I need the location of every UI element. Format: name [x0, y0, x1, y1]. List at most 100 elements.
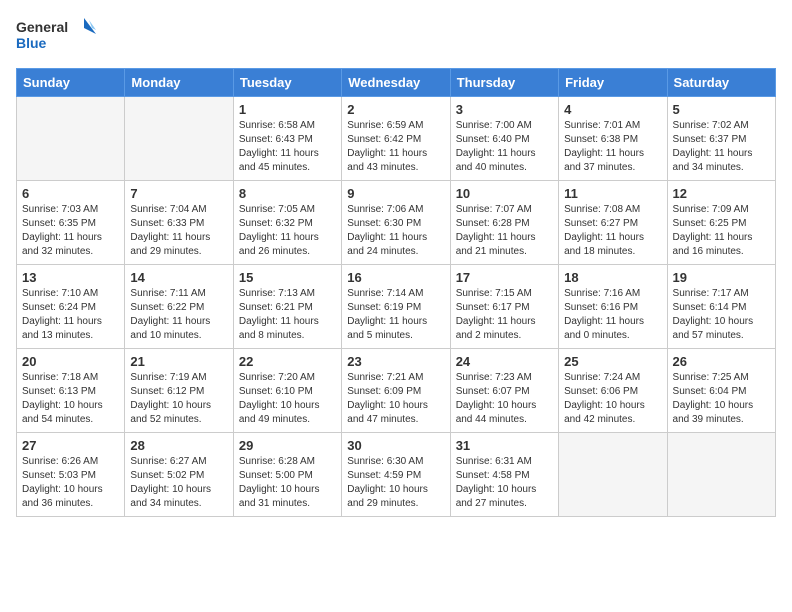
day-number: 7	[130, 186, 227, 201]
page-header: General Blue	[16, 16, 776, 56]
calendar-cell: 15 Sunrise: 7:13 AM Sunset: 6:21 PM Dayli…	[233, 265, 341, 349]
day-detail: Sunrise: 6:31 AM Sunset: 4:58 PM Dayligh…	[456, 455, 553, 511]
logo: General Blue	[16, 16, 96, 56]
day-detail: Sunrise: 7:00 AM Sunset: 6:40 PM Dayligh…	[456, 119, 553, 175]
day-detail: Sunrise: 7:25 AM Sunset: 6:04 PM Dayligh…	[673, 371, 770, 427]
calendar-cell: 21 Sunrise: 7:19 AM Sunset: 6:12 PM Dayli…	[125, 349, 233, 433]
calendar-cell: 6 Sunrise: 7:03 AM Sunset: 6:35 PM Daylig…	[17, 181, 125, 265]
day-detail: Sunrise: 7:04 AM Sunset: 6:33 PM Dayligh…	[130, 203, 227, 259]
day-number: 27	[22, 438, 119, 453]
calendar-cell: 10Sunrise: 7:07 AM Sunset: 6:28 PM Dayli…	[450, 181, 558, 265]
day-detail: Sunrise: 7:13 AM Sunset: 6:21 PM Dayligh…	[239, 287, 336, 343]
svg-text:Blue: Blue	[16, 35, 47, 51]
weekday-header-wednesday: Wednesday	[342, 69, 450, 97]
day-number: 6	[22, 186, 119, 201]
day-number: 26	[673, 354, 770, 369]
weekday-header-friday: Friday	[559, 69, 667, 97]
day-detail: Sunrise: 7:23 AM Sunset: 6:07 PM Dayligh…	[456, 371, 553, 427]
day-detail: Sunrise: 7:18 AM Sunset: 6:13 PM Dayligh…	[22, 371, 119, 427]
day-detail: Sunrise: 6:30 AM Sunset: 4:59 PM Dayligh…	[347, 455, 444, 511]
day-number: 21	[130, 354, 227, 369]
calendar-cell: 17 Sunrise: 7:15 AM Sunset: 6:17 PM Dayli…	[450, 265, 558, 349]
weekday-header-thursday: Thursday	[450, 69, 558, 97]
weekday-header-tuesday: Tuesday	[233, 69, 341, 97]
day-number: 29	[239, 438, 336, 453]
calendar-cell: 25Sunrise: 7:24 AM Sunset: 6:06 PM Dayli…	[559, 349, 667, 433]
day-number: 9	[347, 186, 444, 201]
calendar-cell: 29 Sunrise: 6:28 AM Sunset: 5:00 PM Dayli…	[233, 433, 341, 517]
calendar-cell: 24 Sunrise: 7:23 AM Sunset: 6:07 PM Dayli…	[450, 349, 558, 433]
calendar-cell: 22Sunrise: 7:20 AM Sunset: 6:10 PM Dayli…	[233, 349, 341, 433]
day-detail: Sunrise: 7:16 AM Sunset: 6:16 PM Dayligh…	[564, 287, 661, 343]
calendar-cell: 5 Sunrise: 7:02 AM Sunset: 6:37 PM Daylig…	[667, 97, 775, 181]
day-detail: Sunrise: 7:15 AM Sunset: 6:17 PM Dayligh…	[456, 287, 553, 343]
calendar-cell: 11Sunrise: 7:08 AM Sunset: 6:27 PM Dayli…	[559, 181, 667, 265]
day-detail: Sunrise: 7:03 AM Sunset: 6:35 PM Dayligh…	[22, 203, 119, 259]
day-number: 16	[347, 270, 444, 285]
calendar-cell: 1 Sunrise: 6:58 AM Sunset: 6:43 PM Daylig…	[233, 97, 341, 181]
day-detail: Sunrise: 7:19 AM Sunset: 6:12 PM Dayligh…	[130, 371, 227, 427]
day-detail: Sunrise: 7:09 AM Sunset: 6:25 PM Dayligh…	[673, 203, 770, 259]
day-number: 15	[239, 270, 336, 285]
day-number: 28	[130, 438, 227, 453]
calendar-cell: 3 Sunrise: 7:00 AM Sunset: 6:40 PM Daylig…	[450, 97, 558, 181]
day-detail: Sunrise: 7:17 AM Sunset: 6:14 PM Dayligh…	[673, 287, 770, 343]
day-number: 18	[564, 270, 661, 285]
day-number: 3	[456, 102, 553, 117]
day-detail: Sunrise: 7:20 AM Sunset: 6:10 PM Dayligh…	[239, 371, 336, 427]
day-number: 2	[347, 102, 444, 117]
day-number: 20	[22, 354, 119, 369]
calendar-cell: 4 Sunrise: 7:01 AM Sunset: 6:38 PM Daylig…	[559, 97, 667, 181]
day-detail: Sunrise: 7:10 AM Sunset: 6:24 PM Dayligh…	[22, 287, 119, 343]
weekday-header-monday: Monday	[125, 69, 233, 97]
day-number: 23	[347, 354, 444, 369]
day-detail: Sunrise: 6:27 AM Sunset: 5:02 PM Dayligh…	[130, 455, 227, 511]
calendar-cell	[17, 97, 125, 181]
day-detail: Sunrise: 7:06 AM Sunset: 6:30 PM Dayligh…	[347, 203, 444, 259]
day-number: 24	[456, 354, 553, 369]
calendar-cell: 18 Sunrise: 7:16 AM Sunset: 6:16 PM Dayli…	[559, 265, 667, 349]
day-number: 8	[239, 186, 336, 201]
calendar-cell: 28 Sunrise: 6:27 AM Sunset: 5:02 PM Dayli…	[125, 433, 233, 517]
day-detail: Sunrise: 7:21 AM Sunset: 6:09 PM Dayligh…	[347, 371, 444, 427]
weekday-header-saturday: Saturday	[667, 69, 775, 97]
calendar-cell	[559, 433, 667, 517]
svg-text:General: General	[16, 19, 68, 35]
day-detail: Sunrise: 6:59 AM Sunset: 6:42 PM Dayligh…	[347, 119, 444, 175]
day-number: 17	[456, 270, 553, 285]
day-detail: Sunrise: 7:01 AM Sunset: 6:38 PM Dayligh…	[564, 119, 661, 175]
logo-svg: General Blue	[16, 16, 96, 56]
calendar-cell: 13 Sunrise: 7:10 AM Sunset: 6:24 PM Dayli…	[17, 265, 125, 349]
calendar-cell: 14 Sunrise: 7:11 AM Sunset: 6:22 PM Dayli…	[125, 265, 233, 349]
day-number: 13	[22, 270, 119, 285]
calendar-cell: 31 Sunrise: 6:31 AM Sunset: 4:58 PM Dayli…	[450, 433, 558, 517]
calendar-cell: 16 Sunrise: 7:14 AM Sunset: 6:19 PM Dayli…	[342, 265, 450, 349]
day-number: 14	[130, 270, 227, 285]
day-detail: Sunrise: 7:11 AM Sunset: 6:22 PM Dayligh…	[130, 287, 227, 343]
calendar-cell: 27 Sunrise: 6:26 AM Sunset: 5:03 PM Dayli…	[17, 433, 125, 517]
calendar-cell: 12 Sunrise: 7:09 AM Sunset: 6:25 PM Dayli…	[667, 181, 775, 265]
calendar-cell: 7 Sunrise: 7:04 AM Sunset: 6:33 PM Daylig…	[125, 181, 233, 265]
calendar-cell: 19Sunrise: 7:17 AM Sunset: 6:14 PM Dayli…	[667, 265, 775, 349]
day-detail: Sunrise: 6:58 AM Sunset: 6:43 PM Dayligh…	[239, 119, 336, 175]
calendar-cell: 2 Sunrise: 6:59 AM Sunset: 6:42 PM Daylig…	[342, 97, 450, 181]
day-number: 4	[564, 102, 661, 117]
day-number: 5	[673, 102, 770, 117]
day-detail: Sunrise: 7:07 AM Sunset: 6:28 PM Dayligh…	[456, 203, 553, 259]
day-number: 1	[239, 102, 336, 117]
day-detail: Sunrise: 6:26 AM Sunset: 5:03 PM Dayligh…	[22, 455, 119, 511]
calendar-cell	[667, 433, 775, 517]
day-detail: Sunrise: 7:02 AM Sunset: 6:37 PM Dayligh…	[673, 119, 770, 175]
day-detail: Sunrise: 7:24 AM Sunset: 6:06 PM Dayligh…	[564, 371, 661, 427]
day-number: 30	[347, 438, 444, 453]
day-detail: Sunrise: 6:28 AM Sunset: 5:00 PM Dayligh…	[239, 455, 336, 511]
weekday-header-sunday: Sunday	[17, 69, 125, 97]
day-detail: Sunrise: 7:14 AM Sunset: 6:19 PM Dayligh…	[347, 287, 444, 343]
day-number: 31	[456, 438, 553, 453]
calendar-cell: 30 Sunrise: 6:30 AM Sunset: 4:59 PM Dayli…	[342, 433, 450, 517]
calendar-cell: 20 Sunrise: 7:18 AM Sunset: 6:13 PM Dayli…	[17, 349, 125, 433]
calendar-table: SundayMondayTuesdayWednesdayThursdayFrid…	[16, 68, 776, 517]
day-detail: Sunrise: 7:08 AM Sunset: 6:27 PM Dayligh…	[564, 203, 661, 259]
day-number: 12	[673, 186, 770, 201]
day-detail: Sunrise: 7:05 AM Sunset: 6:32 PM Dayligh…	[239, 203, 336, 259]
